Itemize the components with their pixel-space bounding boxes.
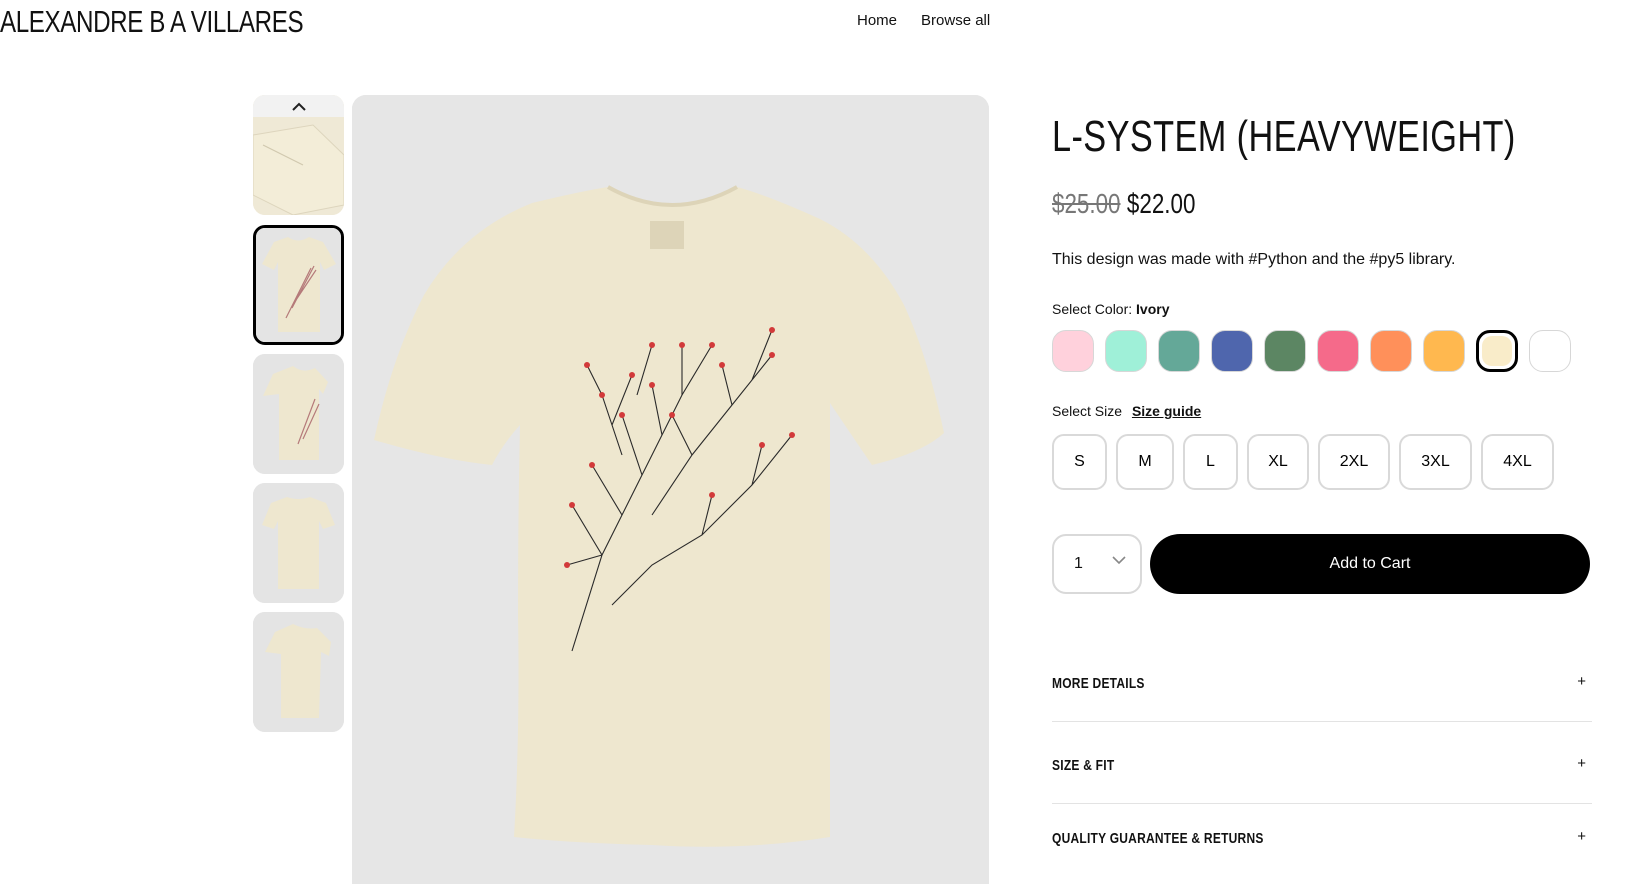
color-swatch[interactable]	[1264, 330, 1306, 372]
color-label-text: Select Color:	[1052, 301, 1133, 317]
color-swatch[interactable]	[1370, 330, 1412, 372]
main-nav: Home Browse all	[857, 12, 990, 29]
original-price: $25.00	[1052, 188, 1121, 219]
shirt-side-image	[253, 354, 344, 474]
accordion-title: QUALITY GUARANTEE & RETURNS	[1052, 830, 1264, 847]
color-swatches	[1052, 330, 1571, 372]
shirt-lsystem-image	[352, 95, 989, 884]
color-swatch[interactable]	[1317, 330, 1359, 372]
color-label: Select Color: Ivory	[1052, 301, 1170, 317]
quantity-select[interactable]: 1	[1052, 534, 1142, 594]
thumbnail-5[interactable]	[253, 612, 344, 732]
add-to-cart-button[interactable]: Add to Cart	[1150, 534, 1590, 594]
size-button-s[interactable]: S	[1052, 434, 1107, 490]
size-label-text: Select Size	[1052, 403, 1123, 419]
accordion-more-details[interactable]: MORE DETAILS +	[1052, 645, 1592, 727]
size-button-m[interactable]: M	[1116, 434, 1174, 490]
plus-icon: +	[1577, 755, 1586, 772]
thumbnails-up-button[interactable]	[253, 95, 344, 117]
color-swatch[interactable]	[1423, 330, 1465, 372]
quantity-value: 1	[1074, 555, 1083, 572]
accordion-size-fit[interactable]: SIZE & FIT +	[1052, 727, 1592, 809]
accordion-title: SIZE & FIT	[1052, 757, 1115, 774]
color-swatch[interactable]	[1052, 330, 1094, 372]
thumbnail-4[interactable]	[253, 483, 344, 603]
accordion-quality-returns[interactable]: QUALITY GUARANTEE & RETURNS +	[1052, 800, 1592, 880]
size-options: S M L XL 2XL 3XL 4XL	[1052, 434, 1554, 490]
divider	[1052, 721, 1592, 722]
sale-price: $22.00	[1126, 188, 1196, 219]
size-button-2xl[interactable]: 2XL	[1318, 434, 1390, 490]
nav-home[interactable]: Home	[857, 12, 897, 29]
selected-color-name: Ivory	[1136, 301, 1170, 317]
shirt-back-image	[253, 483, 344, 603]
color-swatch[interactable]	[1211, 330, 1253, 372]
thumbnail-3[interactable]	[253, 354, 344, 474]
nav-browse-all[interactable]: Browse all	[921, 12, 990, 29]
price-block: $25.00 $22.00	[1052, 188, 1195, 220]
product-description: This design was made with #Python and th…	[1052, 251, 1456, 268]
main-product-image[interactable]	[352, 95, 989, 884]
accordion-title: MORE DETAILS	[1052, 675, 1145, 692]
thumbnail-2[interactable]	[253, 225, 344, 345]
chevron-down-icon	[1112, 556, 1126, 565]
brand-logo[interactable]: ALEXANDRE B A VILLARES	[0, 4, 304, 40]
size-button-3xl[interactable]: 3XL	[1399, 434, 1472, 490]
color-swatch[interactable]	[1105, 330, 1147, 372]
shirt-back-side-image	[253, 612, 344, 732]
size-guide-link[interactable]: Size guide	[1132, 403, 1201, 419]
color-swatch[interactable]	[1158, 330, 1200, 372]
size-label: Select Size Size guide	[1052, 403, 1201, 419]
plus-icon: +	[1577, 828, 1586, 845]
shirt-front-image	[256, 228, 341, 342]
color-swatch[interactable]	[1529, 330, 1571, 372]
product-title: L-SYSTEM (HEAVYWEIGHT)	[1052, 112, 1516, 161]
chevron-up-icon	[291, 102, 306, 111]
color-swatch-selected[interactable]	[1476, 330, 1518, 372]
plus-icon: +	[1577, 673, 1586, 690]
size-button-xl[interactable]: XL	[1247, 434, 1309, 490]
size-button-l[interactable]: L	[1183, 434, 1238, 490]
size-button-4xl[interactable]: 4XL	[1481, 434, 1554, 490]
